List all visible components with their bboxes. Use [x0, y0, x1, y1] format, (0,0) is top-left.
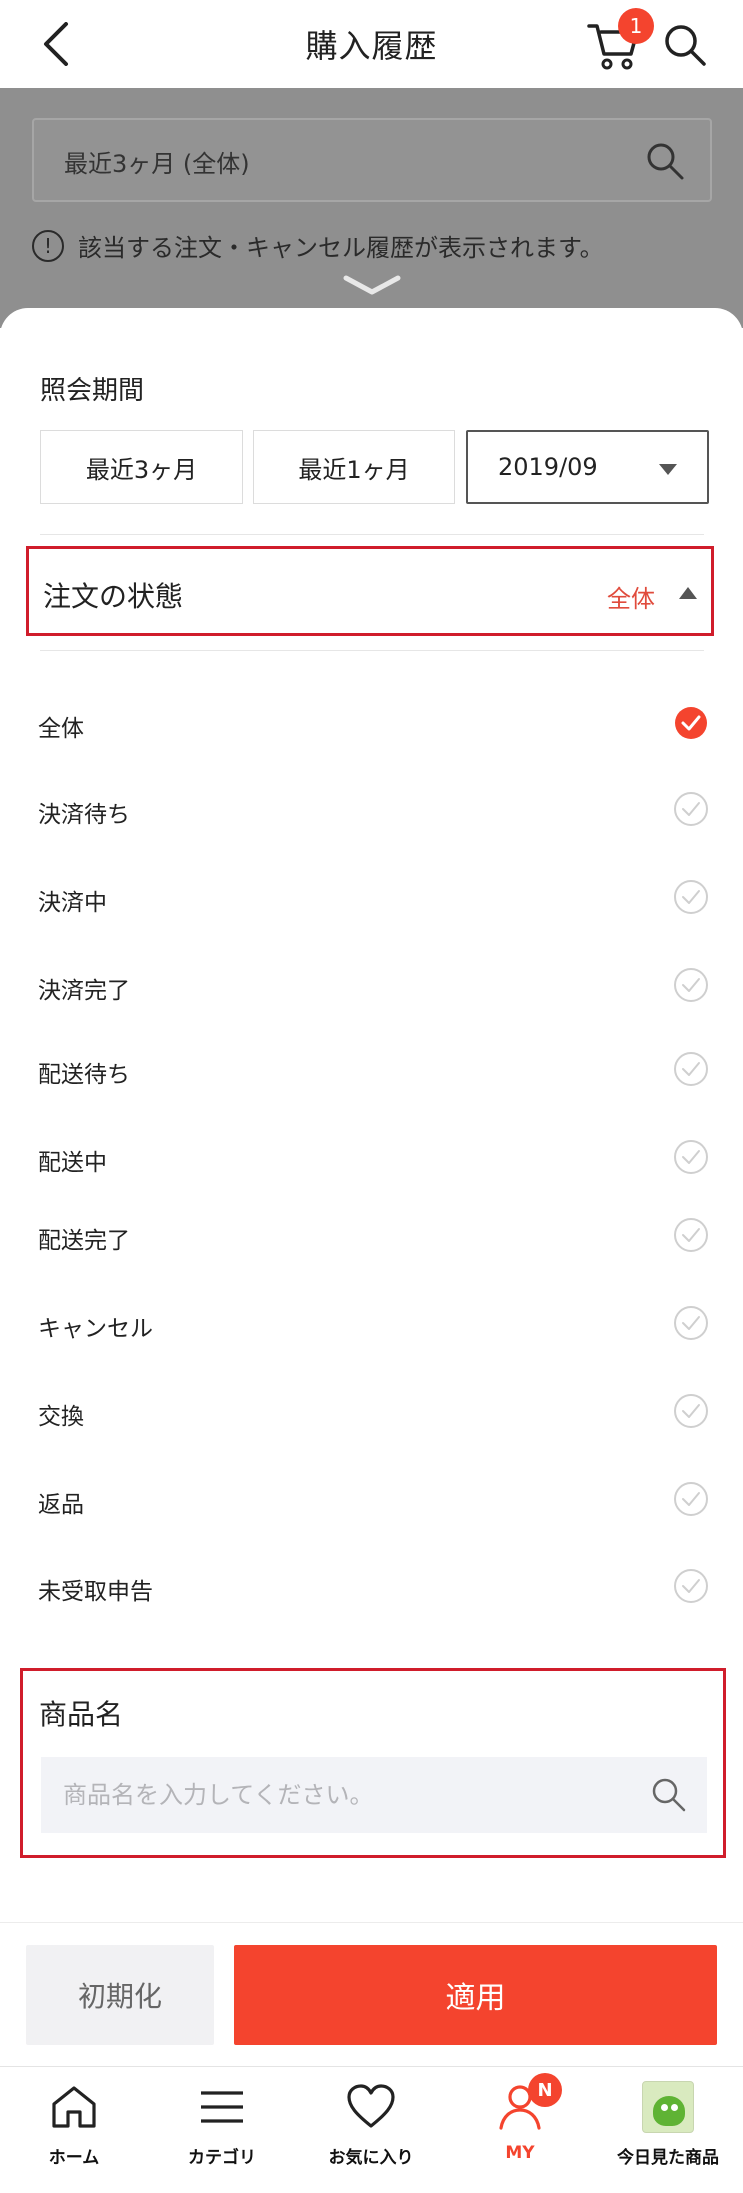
search-icon: [647, 143, 684, 180]
check-circle-icon: [674, 1482, 708, 1516]
heart-icon: [347, 2084, 395, 2128]
order-status-option-label: 決済待ち: [38, 802, 130, 828]
tab-label: MY: [505, 2143, 535, 2163]
menu-icon: [201, 2091, 243, 2123]
check-circle-icon: [674, 1218, 708, 1252]
order-status-option-label: 配送中: [38, 1150, 107, 1176]
order-status-option[interactable]: 決済待ち: [0, 781, 743, 841]
order-status-option[interactable]: 返品: [0, 1471, 743, 1531]
check-circle-icon: [674, 1306, 708, 1340]
order-status-option-label: 交換: [38, 1404, 84, 1430]
period-option-3-months[interactable]: 最近3ヶ月: [40, 430, 243, 504]
check-circle-icon: [674, 1394, 708, 1428]
order-status-option[interactable]: 決済完了: [0, 957, 743, 1017]
order-status-option[interactable]: キャンセル: [0, 1295, 743, 1355]
order-status-option-label: 決済中: [38, 890, 107, 916]
order-status-selected: 全体: [607, 585, 655, 613]
dimmed-background[interactable]: 最近3ヶ月 (全体) ! 該当する注文・キャンセル履歴が表示されます。: [0, 88, 743, 328]
order-status-option[interactable]: 配送中: [0, 1129, 743, 1189]
tab-label: カテゴリ: [188, 2148, 256, 2168]
tab-my[interactable]: N MY: [446, 2067, 594, 2192]
tab-recently-viewed[interactable]: 今日見た商品: [594, 2067, 742, 2192]
divider: [40, 534, 704, 535]
filter-sheet: 照会期間 最近3ヶ月 最近1ヶ月 2019/09 注文の状態 全体 全体決済待ち…: [0, 308, 743, 2193]
reset-button[interactable]: 初期化: [26, 1945, 214, 2045]
period-summary-text: 最近3ヶ月 (全体): [64, 150, 250, 178]
divider: [40, 650, 704, 651]
collapse-arrow-icon: [679, 587, 697, 599]
back-button[interactable]: [30, 18, 82, 70]
header-search-button[interactable]: [660, 20, 710, 70]
order-status-option-label: 配送完了: [38, 1228, 130, 1254]
recent-product-thumbnail: [642, 2081, 694, 2133]
order-status-option[interactable]: 交換: [0, 1383, 743, 1443]
order-status-option[interactable]: 全体: [0, 695, 743, 755]
tab-label: お気に入り: [328, 2148, 414, 2168]
dropdown-arrow-icon: [659, 464, 677, 475]
check-circle-icon: [674, 968, 708, 1002]
month-select-value: 2019/09: [498, 453, 598, 481]
chevron-down-icon: [343, 275, 401, 295]
info-icon: !: [32, 229, 64, 262]
order-status-option-label: 配送待ち: [38, 1062, 130, 1088]
check-circle-icon: [674, 1140, 708, 1174]
notice-message: ! 該当する注文・キャンセル履歴が表示されます。: [32, 228, 604, 263]
page-title: 購入履歴: [305, 27, 438, 65]
tab-home[interactable]: ホーム: [0, 2067, 148, 2192]
check-circle-icon: [674, 880, 708, 914]
bottom-tab-bar: ホーム カテゴリ お気に入り N MY 今日見た商品: [0, 2066, 743, 2193]
order-status-option-label: 決済完了: [38, 978, 130, 1004]
check-circle-filled-icon: [675, 707, 707, 739]
month-select[interactable]: 2019/09: [466, 430, 709, 504]
order-status-option[interactable]: 配送完了: [0, 1207, 743, 1267]
notice-text: 該当する注文・キャンセル履歴が表示されます。: [78, 234, 604, 262]
product-name-title: 商品名: [39, 1698, 124, 1731]
search-icon: [665, 25, 706, 66]
check-circle-icon: [674, 1569, 708, 1603]
order-status-option[interactable]: 未受取申告: [0, 1558, 743, 1618]
order-status-header[interactable]: 注文の状態 全体: [26, 546, 714, 636]
product-name-section: 商品名: [20, 1668, 726, 1858]
tab-label: ホーム: [48, 2148, 100, 2168]
chevron-left-icon: [44, 22, 68, 66]
order-status-title: 注文の状態: [43, 580, 184, 613]
top-header: 購入履歴 1: [0, 0, 743, 88]
search-icon[interactable]: [649, 1775, 687, 1813]
apply-button[interactable]: 適用: [234, 1945, 717, 2045]
order-status-option-label: 未受取申告: [38, 1579, 153, 1605]
check-circle-icon: [674, 792, 708, 826]
tab-favorites[interactable]: お気に入り: [297, 2067, 445, 2192]
order-status-option-label: 全体: [38, 716, 84, 742]
check-circle-icon: [674, 1052, 708, 1086]
product-name-input[interactable]: [41, 1757, 707, 1833]
cart-count-badge: 1: [618, 8, 654, 44]
home-icon: [52, 2086, 96, 2128]
tab-label: 今日見た商品: [617, 2148, 719, 2168]
period-summary-field: 最近3ヶ月 (全体): [32, 118, 712, 202]
period-option-1-month[interactable]: 最近1ヶ月: [253, 430, 455, 504]
period-section-title: 照会期間: [40, 376, 145, 406]
order-status-option-label: 返品: [38, 1492, 84, 1518]
notification-badge: N: [528, 2073, 562, 2107]
action-bar: 初期化 適用: [0, 1922, 743, 2052]
order-status-option-label: キャンセル: [38, 1316, 153, 1342]
order-status-option[interactable]: 決済中: [0, 869, 743, 929]
tab-category[interactable]: カテゴリ: [148, 2067, 296, 2192]
order-status-option[interactable]: 配送待ち: [0, 1041, 743, 1101]
